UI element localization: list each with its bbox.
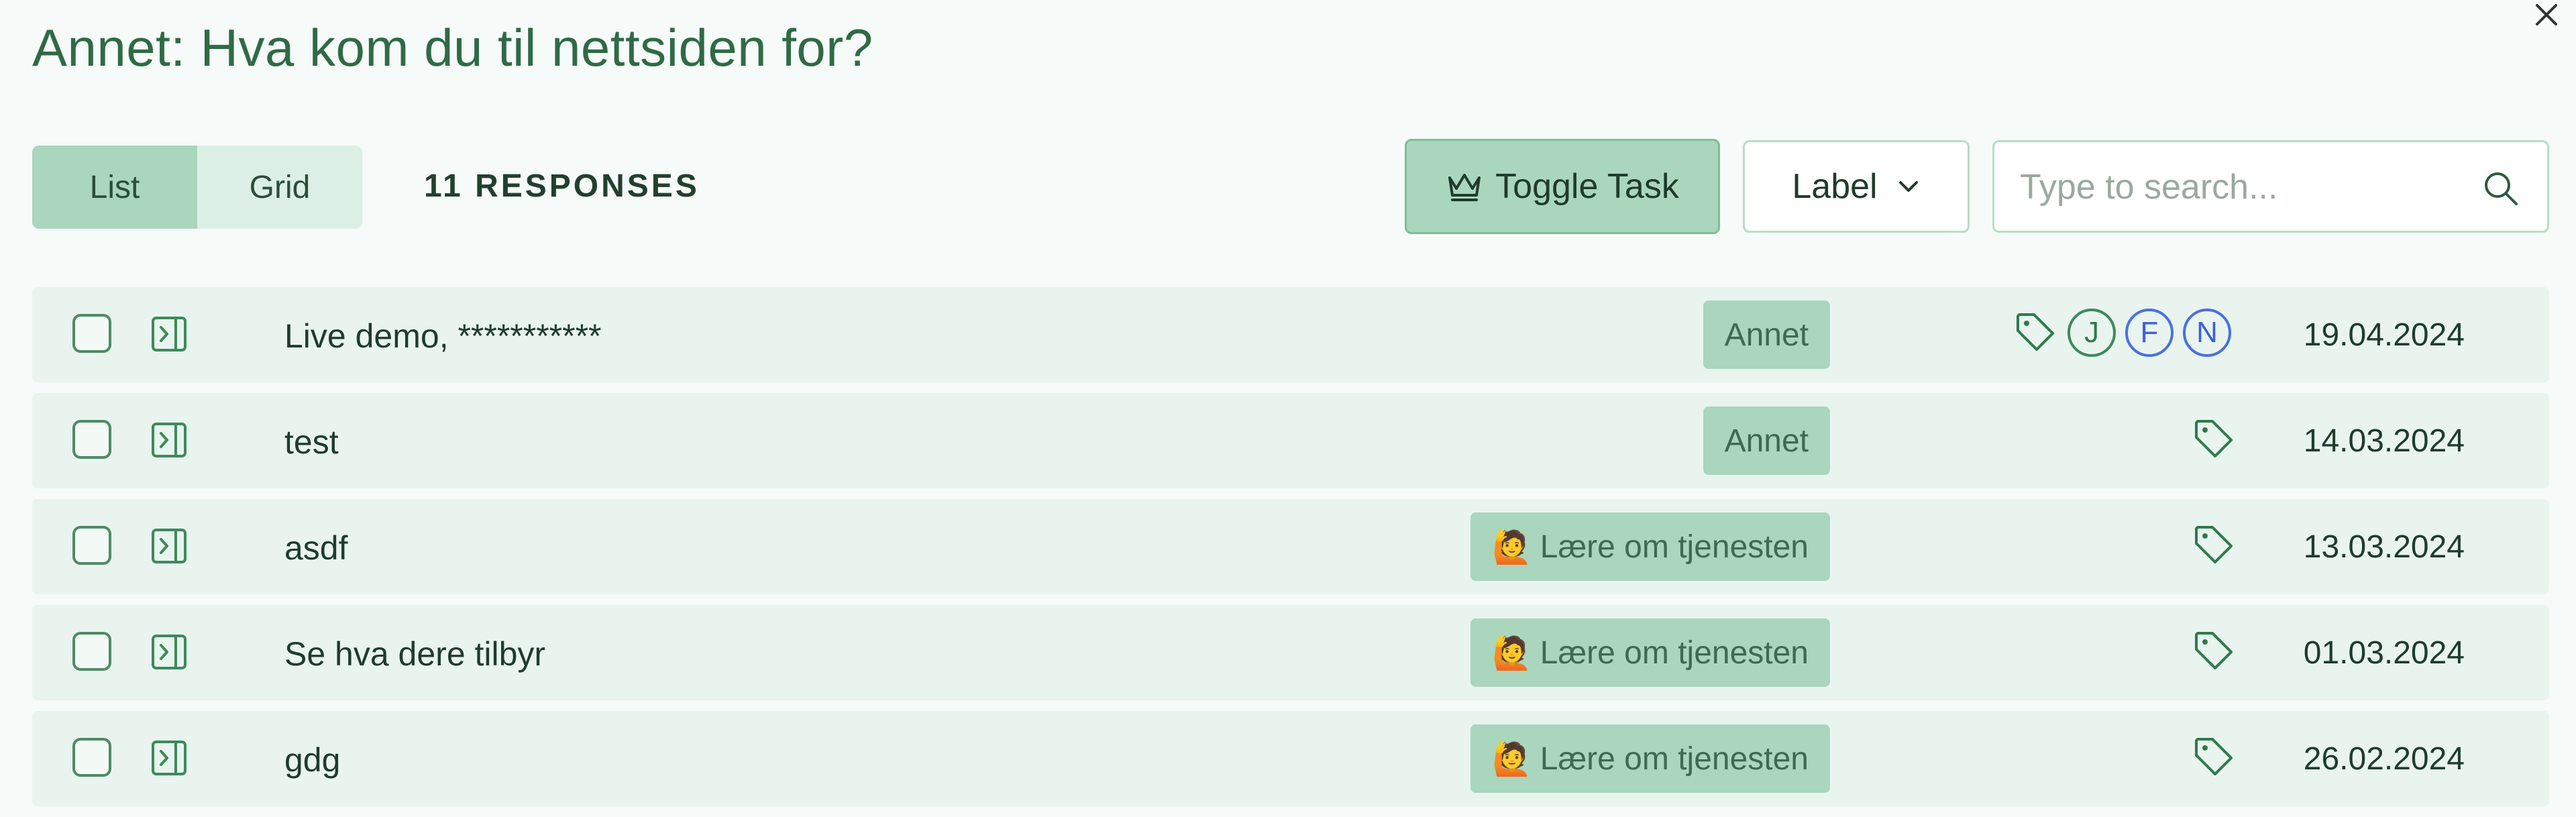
response-list: Live demo, *********** Annet J F N 19.04… — [32, 287, 2549, 817]
response-row[interactable]: gdg 🙋 Lære om tjenesten 26.02.2024 — [32, 711, 2549, 806]
category-badge[interactable]: 🙋 Lære om tjenesten — [1470, 618, 1830, 687]
response-count: 11 RESPONSES — [424, 168, 700, 204]
row-checkbox[interactable] — [72, 420, 111, 459]
open-panel-icon[interactable] — [150, 315, 188, 353]
response-date: 19.04.2024 — [2303, 317, 2465, 353]
row-checkbox[interactable] — [72, 314, 111, 353]
row-checkbox[interactable] — [72, 738, 111, 777]
open-panel-icon[interactable] — [150, 527, 188, 565]
search-box — [1992, 140, 2549, 233]
crown-icon — [1448, 174, 1481, 201]
response-row[interactable]: Live demo, *********** Annet J F N 19.04… — [32, 287, 2549, 382]
raising-hand-icon: 🙋 — [1492, 741, 1532, 777]
tag-assignees: J F N — [2014, 309, 2231, 357]
open-panel-icon[interactable] — [150, 633, 188, 671]
view-grid-button[interactable]: Grid — [197, 146, 362, 229]
tag-icon[interactable] — [2192, 629, 2237, 673]
open-panel-icon[interactable] — [150, 421, 188, 459]
response-row[interactable]: Se hva dere tilbyr 🙋 Lære om tjenesten 0… — [32, 605, 2549, 700]
avatar[interactable]: N — [2183, 309, 2231, 357]
raising-hand-icon: 🙋 — [1492, 635, 1532, 671]
tag-icon[interactable] — [2192, 523, 2237, 567]
category-label: Lære om tjenesten — [1540, 741, 1809, 777]
category-label: Lære om tjenesten — [1540, 529, 1809, 565]
toggle-task-button[interactable]: Toggle Task — [1405, 139, 1720, 234]
response-date: 14.03.2024 — [2303, 423, 2465, 459]
response-text: Se hva dere tilbyr — [284, 635, 546, 673]
raising-hand-icon: 🙋 — [1492, 529, 1532, 565]
search-input[interactable] — [2019, 142, 2477, 232]
tag-icon[interactable] — [2192, 417, 2237, 461]
open-panel-icon[interactable] — [150, 739, 188, 777]
category-badge[interactable]: 🙋 Lære om tjenesten — [1470, 724, 1830, 793]
category-badge[interactable]: 🙋 Lære om tjenesten — [1470, 512, 1830, 581]
label-dropdown-text: Label — [1792, 167, 1878, 206]
response-text: asdf — [284, 529, 348, 567]
close-icon — [2536, 4, 2557, 25]
row-checkbox[interactable] — [72, 632, 111, 671]
toolbar: List Grid 11 RESPONSES Toggle Task Label — [32, 138, 2549, 234]
toggle-task-label: Toggle Task — [1495, 167, 1679, 206]
avatar[interactable]: F — [2125, 309, 2174, 357]
response-row[interactable]: test Annet 14.03.2024 — [32, 393, 2549, 488]
view-list-button[interactable]: List — [32, 146, 197, 229]
response-date: 01.03.2024 — [2303, 635, 2465, 671]
page-title: Annet: Hva kom du til nettsiden for? — [32, 18, 873, 77]
avatar[interactable]: J — [2068, 309, 2116, 357]
response-date: 26.02.2024 — [2303, 741, 2465, 777]
category-badge[interactable]: Annet — [1703, 406, 1830, 475]
tag-icon[interactable] — [2014, 311, 2058, 355]
category-label: Annet — [1724, 317, 1809, 353]
response-row[interactable]: asdf 🙋 Lære om tjenesten 13.03.2024 — [32, 499, 2549, 594]
response-date: 13.03.2024 — [2303, 529, 2465, 565]
category-label: Lære om tjenesten — [1540, 635, 1809, 671]
response-text: test — [284, 423, 339, 461]
response-text: Live demo, *********** — [284, 317, 602, 355]
view-toggle: List Grid — [32, 146, 362, 229]
category-badge[interactable]: Annet — [1703, 301, 1830, 369]
response-text: gdg — [284, 741, 341, 779]
category-label: Annet — [1724, 423, 1809, 459]
chevron-down-icon — [1898, 181, 1918, 192]
close-button[interactable] — [2528, 0, 2565, 34]
search-icon[interactable] — [2481, 169, 2520, 208]
row-checkbox[interactable] — [72, 526, 111, 565]
tag-icon[interactable] — [2192, 735, 2237, 779]
label-dropdown[interactable]: Label — [1743, 140, 1970, 233]
